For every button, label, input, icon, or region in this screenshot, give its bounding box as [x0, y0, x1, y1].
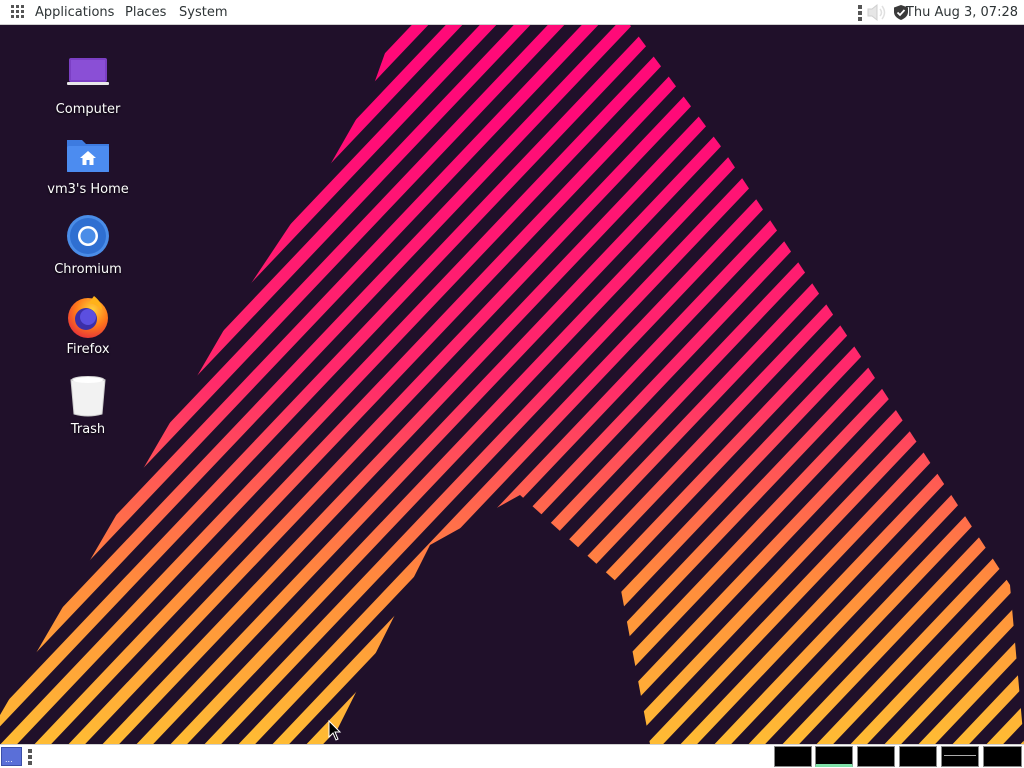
- wallpaper-stripe: [848, 25, 1024, 744]
- desktop-icon-chromium[interactable]: Chromium: [38, 212, 138, 277]
- desktop-icon-label: Computer: [55, 102, 121, 117]
- laptop-icon: [64, 52, 112, 100]
- firefox-icon: [64, 292, 112, 340]
- panel-handle-icon[interactable]: [858, 5, 862, 21]
- workspace-4[interactable]: [899, 746, 937, 767]
- mouse-cursor-icon: [328, 720, 342, 741]
- menu-applications[interactable]: Applications: [35, 0, 114, 25]
- desktop-icon-label: vm3's Home: [47, 182, 129, 197]
- workspace-5[interactable]: [941, 746, 979, 767]
- wallpaper-stripes: [0, 25, 1024, 744]
- desktop-icon-home[interactable]: vm3's Home: [38, 132, 138, 197]
- workspace-3[interactable]: [857, 746, 895, 767]
- trash-icon: [64, 372, 112, 420]
- clock[interactable]: Thu Aug 3, 07:28: [906, 0, 1018, 25]
- wallpaper-stripe: [0, 25, 22, 744]
- menu-system[interactable]: System: [179, 0, 227, 25]
- desktop-wallpaper: [0, 25, 1024, 744]
- wallpaper-stripe: [916, 25, 1024, 744]
- desktop-icon-trash[interactable]: Trash: [38, 372, 138, 437]
- top-panel: Applications Places System Thu Aug 3, 07…: [0, 0, 1024, 25]
- volume-muted-icon[interactable]: [866, 3, 888, 22]
- desktop-icon-computer[interactable]: Computer: [38, 52, 138, 117]
- wallpaper-stripe: [440, 25, 1024, 744]
- workspace-1[interactable]: [774, 746, 812, 767]
- panel-handle-icon[interactable]: [28, 749, 32, 765]
- show-desktop-label: ...: [5, 755, 13, 764]
- menu-places[interactable]: Places: [125, 0, 166, 25]
- bottom-panel: ...: [0, 744, 1024, 768]
- workspace-2[interactable]: [815, 746, 853, 767]
- desktop-icon-label: Trash: [70, 422, 106, 437]
- show-desktop-button[interactable]: ...: [1, 747, 22, 766]
- desktop-icon-label: Firefox: [66, 342, 110, 357]
- workspace-6[interactable]: [983, 746, 1022, 767]
- desktop-icon-firefox[interactable]: Firefox: [38, 292, 138, 357]
- apps-grid-icon[interactable]: [11, 5, 25, 19]
- home-folder-icon: [64, 132, 112, 180]
- chromium-icon: [64, 212, 112, 260]
- desktop-icon-label: Chromium: [54, 262, 122, 277]
